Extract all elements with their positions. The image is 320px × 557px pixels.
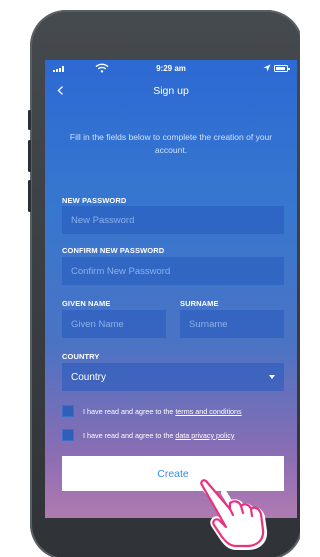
confirm-password-label: CONFIRM NEW PASSWORD [62,246,165,255]
terms-row: I have read and agree to the terms and c… [62,404,287,418]
terms-link[interactable]: terms and conditions [175,407,241,416]
status-bar: 9:29 am [45,60,297,78]
privacy-text: I have read and agree to the data privac… [83,431,234,440]
battery-icon [274,65,290,72]
confirm-password-field[interactable] [62,257,284,285]
terms-text: I have read and agree to the terms and c… [83,407,242,416]
status-time: 9:29 am [156,64,186,73]
phone-screen: 9:29 am Sign up Fill in the fields below… [45,60,297,518]
country-label: COUNTRY [62,352,100,361]
pointing-hand-icon [199,479,268,550]
privacy-checkbox[interactable] [62,429,74,441]
terms-prefix: I have read and agree to the [83,406,176,416]
new-password-field[interactable] [62,206,284,234]
page-title: Sign up [153,85,189,97]
privacy-link[interactable]: data privacy policy [175,431,234,440]
terms-checkbox[interactable] [62,405,74,417]
privacy-row: I have read and agree to the data privac… [62,428,287,442]
phone-volume-up-button [28,140,31,172]
given-name-field[interactable] [62,310,166,338]
stage: 9:29 am Sign up Fill in the fields below… [0,0,300,557]
given-name-label: GIVEN NAME [62,299,111,308]
location-arrow-icon [263,64,271,72]
intro-text: Fill in the fields below to complete the… [69,132,273,155]
new-password-label: NEW PASSWORD [62,196,127,205]
country-select[interactable]: Country [62,363,284,391]
country-select-value: Country [71,371,107,383]
surname-label: SURNAME [180,299,219,308]
nav-bar: Sign up [45,82,297,100]
phone-volume-down-button [28,180,31,212]
surname-field[interactable] [180,310,284,338]
privacy-prefix: I have read and agree to the [83,430,176,440]
phone-side-button [28,110,31,130]
caret-down-icon [269,375,275,379]
